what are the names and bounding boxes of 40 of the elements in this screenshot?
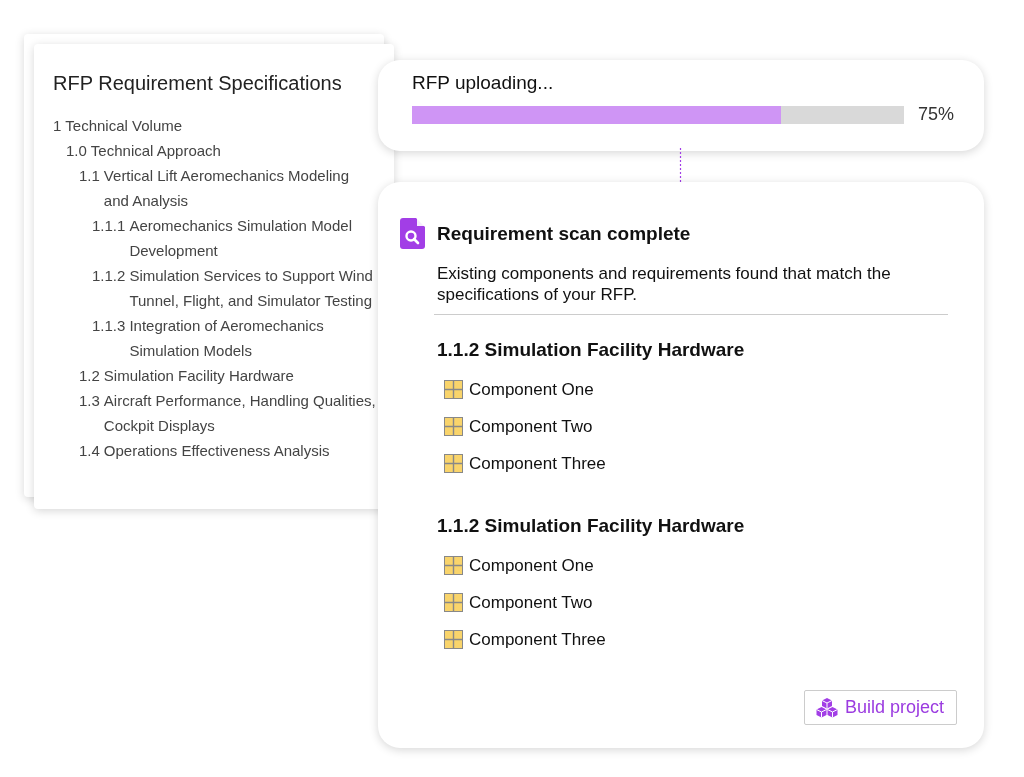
outline-number: 1.1.3: [92, 316, 126, 336]
outline-number: 1.1: [79, 166, 100, 186]
component-item: Component One: [469, 555, 594, 576]
outline-number: 1: [53, 116, 62, 136]
build-project-button[interactable]: Build project: [803, 690, 957, 725]
outline-number: 1.4: [79, 441, 100, 461]
scan-title: Requirement scan complete: [437, 222, 691, 245]
outline-item: Technical Volume: [65, 116, 183, 136]
component-item: Component Three: [469, 453, 606, 474]
outline-number: 1.1.1: [92, 216, 126, 236]
outline-item: Vertical Lift Aeromechanics Modeling and Analysis: [103, 166, 350, 211]
grid-icon: [444, 593, 463, 612]
outline-number: 1.1.2: [92, 266, 126, 286]
grid-icon: [444, 380, 463, 399]
document-search-icon: [400, 218, 425, 249]
section-heading: 1.1.2 Simulation Facility Hardware: [437, 339, 746, 361]
outline-item: Simulation Services to Support Wind Tunnel, Flight, and Simulator Testing: [129, 266, 374, 311]
grid-icon: [444, 417, 463, 436]
outline-number: 1.3: [79, 391, 100, 411]
outline-item: Integration of Aeromechanics Simulation Models: [129, 316, 325, 361]
component-item: Component Three: [469, 629, 606, 650]
progress-percent: 75%: [918, 104, 955, 125]
outline-number: 1.2: [79, 366, 100, 386]
upload-label: RFP uploading...: [412, 72, 555, 94]
grid-icon: [444, 454, 463, 473]
component-item: Component Two: [469, 592, 593, 613]
outline-item: Technical Approach: [90, 141, 221, 161]
outline-item: Simulation Facility Hardware: [103, 366, 294, 386]
card-title: RFP Requirement Specifications: [53, 72, 343, 95]
grid-icon: [444, 556, 463, 575]
section-heading: 1.1.2 Simulation Facility Hardware: [437, 515, 746, 537]
outline-item: Aeromechanics Simulation Model Development: [129, 216, 353, 261]
component-item: Component Two: [469, 416, 593, 437]
outline-item: Aircraft Performance, Handling Qualities, Cockpit Displays: [103, 391, 377, 436]
outline-item: Operations Effectiveness Analysis: [103, 441, 330, 461]
cubes-icon: [815, 697, 838, 718]
outline-number: 1.0: [66, 141, 87, 161]
component-item: Component One: [469, 379, 594, 400]
scan-description: Existing components and requirements found that match the specifications of your RFP.: [437, 263, 892, 305]
grid-icon: [444, 630, 463, 649]
